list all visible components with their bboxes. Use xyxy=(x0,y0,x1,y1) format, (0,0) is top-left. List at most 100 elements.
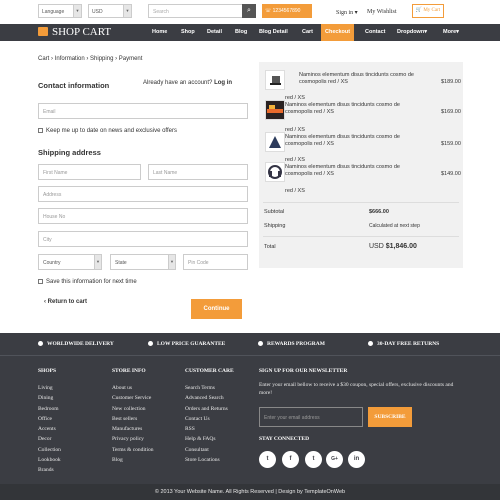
product-thumbnail[interactable] xyxy=(265,132,285,152)
stay-connected-heading: STAY CONNECTED xyxy=(259,436,310,442)
nav-home[interactable]: Home xyxy=(152,24,167,41)
twitter-icon[interactable]: t xyxy=(259,451,276,468)
linkedin-icon[interactable]: in xyxy=(348,451,365,468)
login-link[interactable]: Log in xyxy=(214,80,232,86)
phone-badge: ☏ 1234567890 xyxy=(262,4,312,18)
newsletter-email-input[interactable]: Enter your email address xyxy=(259,407,363,427)
footer-link[interactable]: Decor xyxy=(38,434,61,444)
footer-link[interactable]: Advanced Search xyxy=(185,393,228,403)
footer-link[interactable]: About us xyxy=(112,383,153,393)
first-name-field[interactable]: First Name xyxy=(38,164,141,180)
footer-link[interactable]: Brands xyxy=(38,465,61,475)
nav-blog-detail[interactable]: Blog Detail xyxy=(259,24,288,41)
nav-checkout[interactable]: Checkout xyxy=(321,24,355,41)
phone-icon: ☏ xyxy=(265,8,273,14)
nav-shop[interactable]: Shop xyxy=(181,24,195,41)
last-name-field[interactable]: Last Name xyxy=(148,164,248,180)
country-select[interactable]: Country ▼ xyxy=(38,254,102,270)
footer-link[interactable]: Help & FAQs xyxy=(185,434,228,444)
customer-care-links: Search Terms Advanced Search Orders and … xyxy=(185,383,228,465)
breadcrumb-payment[interactable]: Payment xyxy=(119,56,143,62)
state-select-value: State xyxy=(115,260,127,266)
footer-link[interactable]: Store Locations xyxy=(185,455,228,465)
nav-cart[interactable]: Cart xyxy=(302,24,313,41)
breadcrumb-information[interactable]: Information xyxy=(55,56,85,62)
nav-contact[interactable]: Contact xyxy=(365,24,385,41)
footer-link[interactable]: Blog xyxy=(112,455,153,465)
city-field[interactable]: City xyxy=(38,231,248,247)
newsletter-heading: SIGN UP FOR OUR NEWSLETTER xyxy=(259,368,348,374)
footer-link[interactable]: Consultant xyxy=(185,445,228,455)
subscribe-button[interactable]: SUBSCRIBE xyxy=(368,407,412,427)
shops-links: Living Dining Bedroom Office Accents Dec… xyxy=(38,383,61,476)
tumblr-icon[interactable]: t xyxy=(305,451,322,468)
total-currency: USD xyxy=(369,243,384,250)
divider xyxy=(263,236,459,237)
house-no-field[interactable]: House No xyxy=(38,208,248,224)
item-name: Naminos elementum disus tincidunts cosmo… xyxy=(285,134,400,147)
email-field[interactable]: Email xyxy=(38,103,248,119)
total-value: USD $1,846.00 xyxy=(369,243,417,250)
nav-detail[interactable]: Detail xyxy=(207,24,222,41)
footer-link[interactable]: Customer Service xyxy=(112,393,153,403)
feature-label: REWARDS PROGRAM xyxy=(267,341,325,347)
footer-link[interactable]: Contact Us xyxy=(185,414,228,424)
footer-link[interactable]: Dining xyxy=(38,393,61,403)
main-nav: SHOP CART Home Shop Detail Blog Blog Det… xyxy=(0,24,500,41)
footer-link[interactable]: New collection xyxy=(112,404,153,414)
footer-link[interactable]: Living xyxy=(38,383,61,393)
nav-dropdown[interactable]: Dropdown▾ xyxy=(397,24,427,41)
language-select[interactable]: Language ▼ xyxy=(38,4,82,18)
total-label: Total xyxy=(264,244,276,250)
return-to-cart-link[interactable]: ‹ Return to cart xyxy=(44,299,87,305)
shipping-title: Shipping address xyxy=(38,148,101,157)
product-thumbnail[interactable] xyxy=(265,70,285,90)
facebook-icon[interactable]: f xyxy=(282,451,299,468)
have-account-text: Already have an account? Log in xyxy=(143,79,249,87)
chevron-down-icon: ▾ xyxy=(353,10,358,16)
address-field[interactable]: Address xyxy=(38,186,248,202)
footer-link[interactable]: Accents xyxy=(38,424,61,434)
total-amount: $1,846.00 xyxy=(385,243,417,250)
state-select[interactable]: State ▼ xyxy=(110,254,176,270)
save-info-checkbox[interactable]: Save this information for next time xyxy=(38,279,137,285)
product-image xyxy=(267,105,283,113)
logo[interactable]: SHOP CART xyxy=(38,25,111,40)
product-thumbnail[interactable] xyxy=(265,100,285,120)
signin-link[interactable]: Sign in ▾ xyxy=(336,9,358,16)
product-thumbnail[interactable] xyxy=(265,162,285,182)
footer-link[interactable]: Orders and Returns xyxy=(185,404,228,414)
footer-link[interactable]: Search Terms xyxy=(185,383,228,393)
breadcrumb-cart[interactable]: Cart xyxy=(38,56,49,62)
newsletter-checkbox-label: Keep me up to date on news and exclusive… xyxy=(46,128,177,134)
newsletter-checkbox[interactable]: Keep me up to date on news and exclusive… xyxy=(38,128,177,134)
google-plus-icon[interactable]: G+ xyxy=(326,451,343,468)
product-image xyxy=(270,76,281,85)
footer-link[interactable]: Best sellers xyxy=(112,414,153,424)
globe-icon xyxy=(38,341,43,346)
my-cart-button[interactable]: 🛒 My Cart xyxy=(412,4,444,18)
feature-label: 30-DAY FREE RETURNS xyxy=(377,341,440,347)
footer-link[interactable]: Terms & condition xyxy=(112,445,153,455)
footer-link[interactable]: Manufactures xyxy=(112,424,153,434)
footer-link[interactable]: Privacy policy xyxy=(112,434,153,444)
shopping-bag-icon xyxy=(38,27,48,36)
footer-link[interactable]: Collection xyxy=(38,445,61,455)
search-input[interactable]: Search ⌕ xyxy=(148,4,256,18)
nav-more[interactable]: More▾ xyxy=(443,24,459,41)
pin-code-field[interactable]: Pin Code xyxy=(183,254,248,270)
wishlist-link[interactable]: My Wishlist xyxy=(367,9,397,15)
search-button[interactable]: ⌕ xyxy=(242,4,256,18)
footer-link[interactable]: Office xyxy=(38,414,61,424)
footer-link[interactable]: RSS xyxy=(185,424,228,434)
search-placeholder: Search xyxy=(153,9,169,15)
nav-blog[interactable]: Blog xyxy=(235,24,247,41)
item-name: Naminos elementum disus tincidunts cosmo… xyxy=(299,72,414,85)
currency-select[interactable]: USD ▼ xyxy=(88,4,132,18)
breadcrumb-shipping[interactable]: Shipping xyxy=(90,56,113,62)
contact-title: Contact information xyxy=(38,81,110,90)
continue-button[interactable]: Continue xyxy=(191,299,242,319)
footer-link[interactable]: Bedroom xyxy=(38,404,61,414)
footer-link[interactable]: Lookbook xyxy=(38,455,61,465)
copyright: © 2013 Your Website Name. All Rights Res… xyxy=(0,484,500,500)
